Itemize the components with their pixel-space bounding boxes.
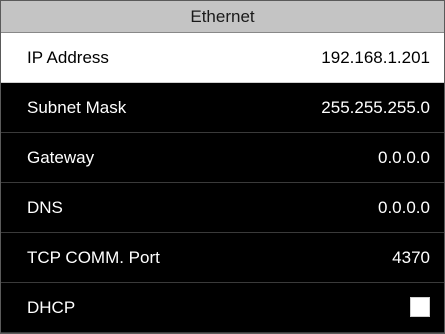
setting-row-dns[interactable]: DNS 0.0.0.0 [1,183,444,233]
setting-value-subnet-mask: 255.255.255.0 [321,98,430,117]
page-title: Ethernet [1,1,444,33]
setting-value-dns: 0.0.0.0 [378,198,430,217]
setting-row-dhcp[interactable]: DHCP [1,283,444,333]
setting-label-ip-address: IP Address [27,48,109,67]
setting-label-tcp-comm-port: TCP COMM. Port [27,248,160,267]
setting-label-dns: DNS [27,198,63,217]
setting-value-tcp-comm-port: 4370 [392,248,430,267]
setting-value-gateway: 0.0.0.0 [378,148,430,167]
setting-row-ip-address[interactable]: IP Address 192.168.1.201 [1,33,444,83]
setting-row-tcp-comm-port[interactable]: TCP COMM. Port 4370 [1,233,444,283]
setting-label-subnet-mask: Subnet Mask [27,98,127,117]
ethernet-settings-screen: Ethernet IP Address 192.168.1.201 Subnet… [0,0,445,334]
setting-row-gateway[interactable]: Gateway 0.0.0.0 [1,133,444,183]
setting-value-ip-address: 192.168.1.201 [321,48,430,67]
setting-label-gateway: Gateway [27,148,95,167]
setting-label-dhcp: DHCP [27,298,76,317]
settings-list: IP Address 192.168.1.201 Subnet Mask 255… [1,33,444,333]
dhcp-checkbox[interactable] [410,297,430,317]
setting-row-subnet-mask[interactable]: Subnet Mask 255.255.255.0 [1,83,444,133]
